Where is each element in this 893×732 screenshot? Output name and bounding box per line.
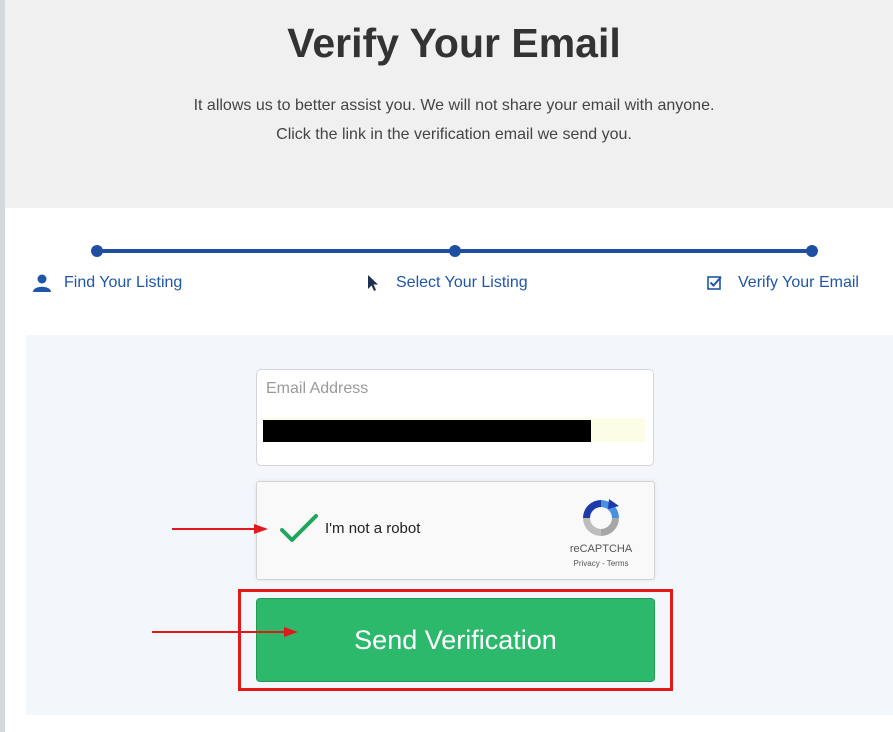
step-select-listing[interactable]: Select Your Listing	[364, 274, 528, 292]
checkmark-icon[interactable]	[279, 512, 319, 546]
recaptcha-label: I'm not a robot	[325, 520, 421, 537]
progress-track-segment-1	[96, 249, 455, 253]
recaptcha-widget[interactable]: I'm not a robot reCAPTCHA Privacy - Term…	[256, 481, 655, 580]
recaptcha-brand: reCAPTCHA	[569, 543, 633, 555]
user-icon	[32, 274, 52, 292]
email-field-label: Email Address	[266, 380, 369, 397]
step-verify-email[interactable]: Verify Your Email	[706, 274, 859, 292]
redaction-block	[263, 420, 591, 442]
progress-dot-3	[806, 245, 818, 257]
page-subtitle-line2: Click the link in the verification email…	[276, 126, 632, 143]
recaptcha-logo-icon	[579, 496, 623, 540]
page-subtitle-line1: It allows us to better assist you. We wi…	[193, 97, 715, 114]
annotation-arrow-send	[152, 627, 298, 637]
annotation-highlight-box	[238, 589, 673, 691]
progress-dot-2	[449, 245, 461, 257]
step-label: Find Your Listing	[64, 274, 183, 291]
annotation-arrow-captcha	[172, 524, 268, 534]
recaptcha-privacy-terms-link[interactable]: Privacy - Terms	[553, 559, 649, 568]
step-label: Select Your Listing	[396, 274, 528, 291]
cursor-icon	[364, 274, 384, 292]
page: Verify Your Email It allows us to better…	[0, 0, 893, 732]
step-label: Verify Your Email	[738, 274, 859, 291]
email-field-container[interactable]: Email Address	[256, 369, 654, 466]
checkbox-icon	[706, 274, 726, 292]
progress-dot-1	[91, 245, 103, 257]
step-find-listing[interactable]: Find Your Listing	[32, 274, 182, 292]
progress-track-segment-2	[455, 249, 812, 253]
page-title: Verify Your Email	[287, 20, 621, 66]
